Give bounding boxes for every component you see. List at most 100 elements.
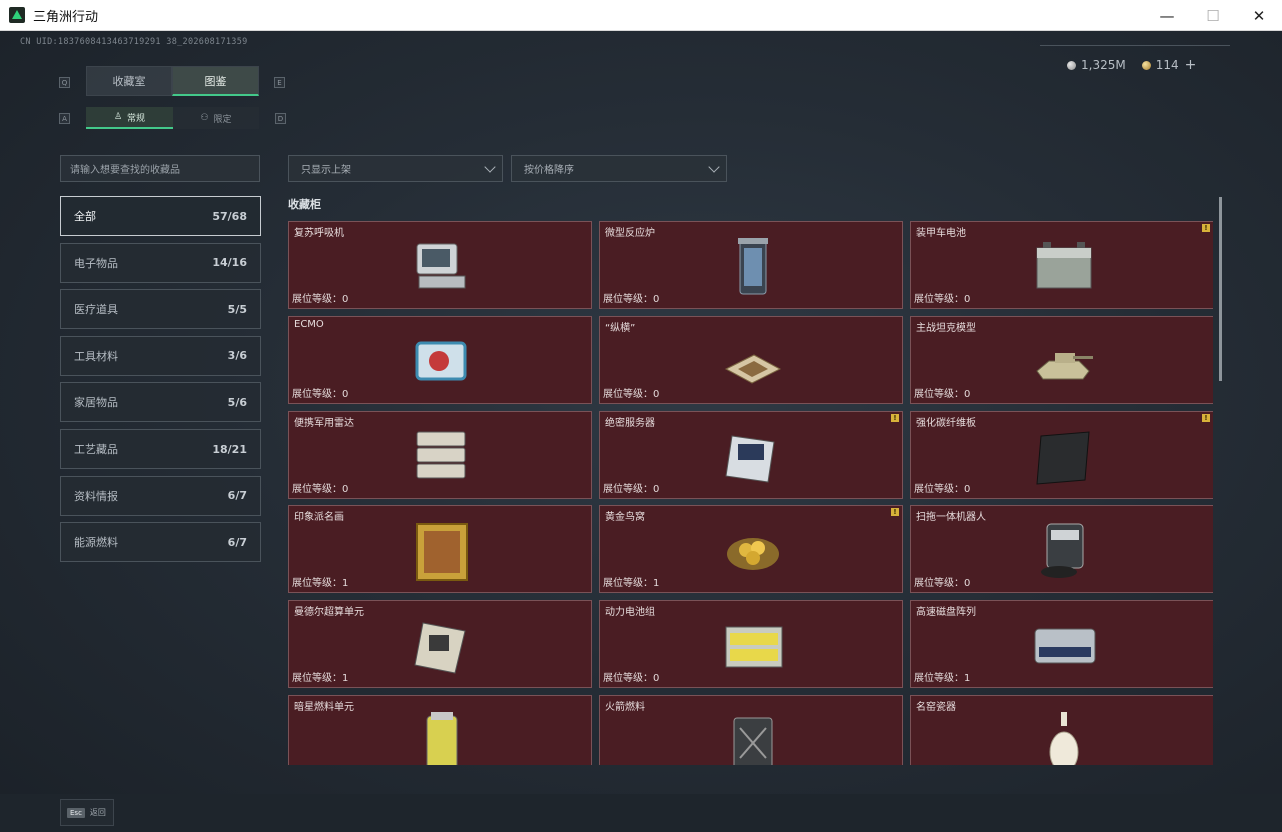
level-prefix: 展位等级： xyxy=(292,578,342,590)
level-prefix: 展位等级： xyxy=(292,483,342,495)
painting-icon xyxy=(407,518,477,584)
gold-coin-icon xyxy=(1141,60,1151,70)
card-level: 展位等级：0 xyxy=(914,574,970,589)
game-viewport: CN UID:1837608413463719291 38_2026081713… xyxy=(0,31,1282,832)
collection-card[interactable]: 印象派名画 展位等级：1 xyxy=(288,505,592,594)
card-level: 展位等级：1 xyxy=(603,574,659,589)
sort-value: 按价格降序 xyxy=(524,165,574,176)
collection-card[interactable]: ECMO 展位等级：0 xyxy=(288,315,592,404)
collection-card[interactable]: 高速磁盘阵列 展位等级：1 xyxy=(910,600,1213,689)
card-level: 展位等级：0 xyxy=(292,480,348,495)
silver-amount: 1,325M xyxy=(1081,58,1126,72)
card-level: 展位等级：0 xyxy=(292,385,348,400)
tab-collection-room[interactable]: 收藏室 xyxy=(86,66,172,96)
divider xyxy=(1040,45,1230,46)
collection-card[interactable]: 绝密服务器 展位等级：0! xyxy=(599,410,903,499)
subtab-limited[interactable]: ⚇ 限定 xyxy=(173,107,259,129)
ecmo-icon xyxy=(407,329,477,395)
category-item[interactable]: 家居物品 5/6 xyxy=(60,382,261,423)
category-item[interactable]: 医疗道具 5/5 xyxy=(60,289,261,330)
fuel-cell-icon xyxy=(407,708,477,765)
subtab-right-key-hint: D xyxy=(275,113,286,124)
scrollbar[interactable] xyxy=(1219,197,1222,381)
level-value: 1 xyxy=(342,673,349,685)
collection-card[interactable]: 复苏呼吸机 展位等级：0 xyxy=(288,221,592,309)
card-level: 展位等级：0 xyxy=(603,480,659,495)
disk-array-icon xyxy=(1029,613,1099,679)
level-value: 0 xyxy=(342,388,349,400)
app-logo-icon xyxy=(9,7,25,23)
tab-right-key-hint: E xyxy=(274,77,285,88)
sort-dropdown[interactable]: 按价格降序 xyxy=(511,155,727,182)
subtab-limited-label: 限定 xyxy=(213,114,232,125)
collection-card[interactable]: 动力电池组 展位等级：0 xyxy=(599,600,903,689)
warning-icon: ! xyxy=(1202,224,1210,232)
card-name: 曼德尔超算单元 xyxy=(294,607,364,619)
card-name: 主战坦克模型 xyxy=(916,322,976,334)
collection-card[interactable]: 微型反应炉 展位等级：0 xyxy=(599,221,903,309)
category-item[interactable]: 工艺藏品 18/21 xyxy=(60,429,261,469)
category-item[interactable]: 全部 57/68 xyxy=(60,196,261,236)
level-prefix: 展位等级： xyxy=(603,673,653,685)
level-value: 0 xyxy=(653,294,660,305)
close-button[interactable]: ✕ xyxy=(1236,0,1282,31)
level-prefix: 展位等级： xyxy=(603,483,653,495)
supercomputer-icon xyxy=(407,613,477,679)
card-name: 强化碳纤维板 xyxy=(916,417,976,429)
card-name: 名窑瓷器 xyxy=(916,702,956,713)
minimize-button[interactable]: — xyxy=(1144,0,1190,31)
category-label: 工具材料 xyxy=(74,349,118,363)
category-label: 全部 xyxy=(74,210,96,223)
card-level: 展位等级：1 xyxy=(292,574,348,589)
collection-grid: 复苏呼吸机 展位等级：0 微型反应炉 展位等级：0 装甲车电池 展位等级：0! ECMO 展位… xyxy=(288,221,1213,765)
level-prefix: 展位等级： xyxy=(914,388,964,400)
tab-catalog[interactable]: 图鉴 xyxy=(172,66,259,96)
shelf-filter-dropdown[interactable]: 只显示上架 xyxy=(288,155,503,182)
category-label: 资料情报 xyxy=(74,489,118,503)
level-prefix: 展位等级： xyxy=(292,294,342,305)
add-currency-button[interactable]: + xyxy=(1185,57,1197,73)
bottom-bar xyxy=(0,794,1282,832)
search-input[interactable]: 请输入想要查找的收藏品 xyxy=(60,155,260,182)
collection-card[interactable]: 名窑瓷器 xyxy=(910,695,1213,765)
collection-card[interactable]: 曼德尔超算单元 展位等级：1 xyxy=(288,600,592,689)
collection-card[interactable]: 扫拖一体机器人 展位等级：0 xyxy=(910,505,1213,594)
shelf-filter-value: 只显示上架 xyxy=(301,165,351,176)
card-name: 高速磁盘阵列 xyxy=(916,607,976,619)
gold-amount: 114 xyxy=(1155,58,1179,72)
category-item[interactable]: 电子物品 14/16 xyxy=(60,242,261,283)
collection-card[interactable]: 主战坦克模型 展位等级：0 xyxy=(910,315,1213,404)
category-count: 5/6 xyxy=(227,395,247,409)
card-name: 便携军用雷达 xyxy=(294,417,354,429)
card-level: 展位等级：0 xyxy=(603,669,659,684)
collection-card[interactable]: 黄金鸟窝 展位等级：1! xyxy=(599,505,903,594)
maximize-button[interactable]: ☐ xyxy=(1190,0,1236,31)
card-level: 展位等级：1 xyxy=(292,669,348,684)
category-label: 能源燃料 xyxy=(74,536,118,550)
category-item[interactable]: 能源燃料 6/7 xyxy=(60,522,261,563)
level-prefix: 展位等级： xyxy=(914,483,964,495)
back-button[interactable]: Esc 返回 xyxy=(60,799,114,826)
chevron-down-icon xyxy=(708,161,720,173)
level-prefix: 展位等级： xyxy=(603,388,653,400)
collection-card[interactable]: “纵横” 展位等级：0 xyxy=(599,315,903,404)
chessboard-icon xyxy=(718,329,788,395)
limited-icon: ⚇ xyxy=(200,113,209,123)
subtab-regular[interactable]: ♙ 常规 xyxy=(86,107,173,129)
level-prefix: 展位等级： xyxy=(914,294,964,305)
card-level: 展位等级：0 xyxy=(603,290,659,305)
regular-icon: ♙ xyxy=(113,112,123,122)
tab-left-key-hint: Q xyxy=(59,77,70,88)
card-name: 暗星燃料单元 xyxy=(294,702,354,713)
battery-pack-icon xyxy=(718,613,788,679)
esc-key-hint: Esc xyxy=(67,807,85,818)
level-value: 1 xyxy=(964,673,971,685)
level-value: 0 xyxy=(964,483,971,495)
category-item[interactable]: 资料情报 6/7 xyxy=(60,475,261,516)
collection-card[interactable]: 火箭燃料 xyxy=(599,695,903,765)
collection-card[interactable]: 暗星燃料单元 xyxy=(288,695,592,765)
category-item[interactable]: 工具材料 3/6 xyxy=(60,335,261,376)
collection-card[interactable]: 便携军用雷达 展位等级：0 xyxy=(288,410,592,499)
collection-card[interactable]: 强化碳纤维板 展位等级：0! xyxy=(910,410,1213,499)
collection-card[interactable]: 装甲车电池 展位等级：0! xyxy=(910,221,1213,309)
